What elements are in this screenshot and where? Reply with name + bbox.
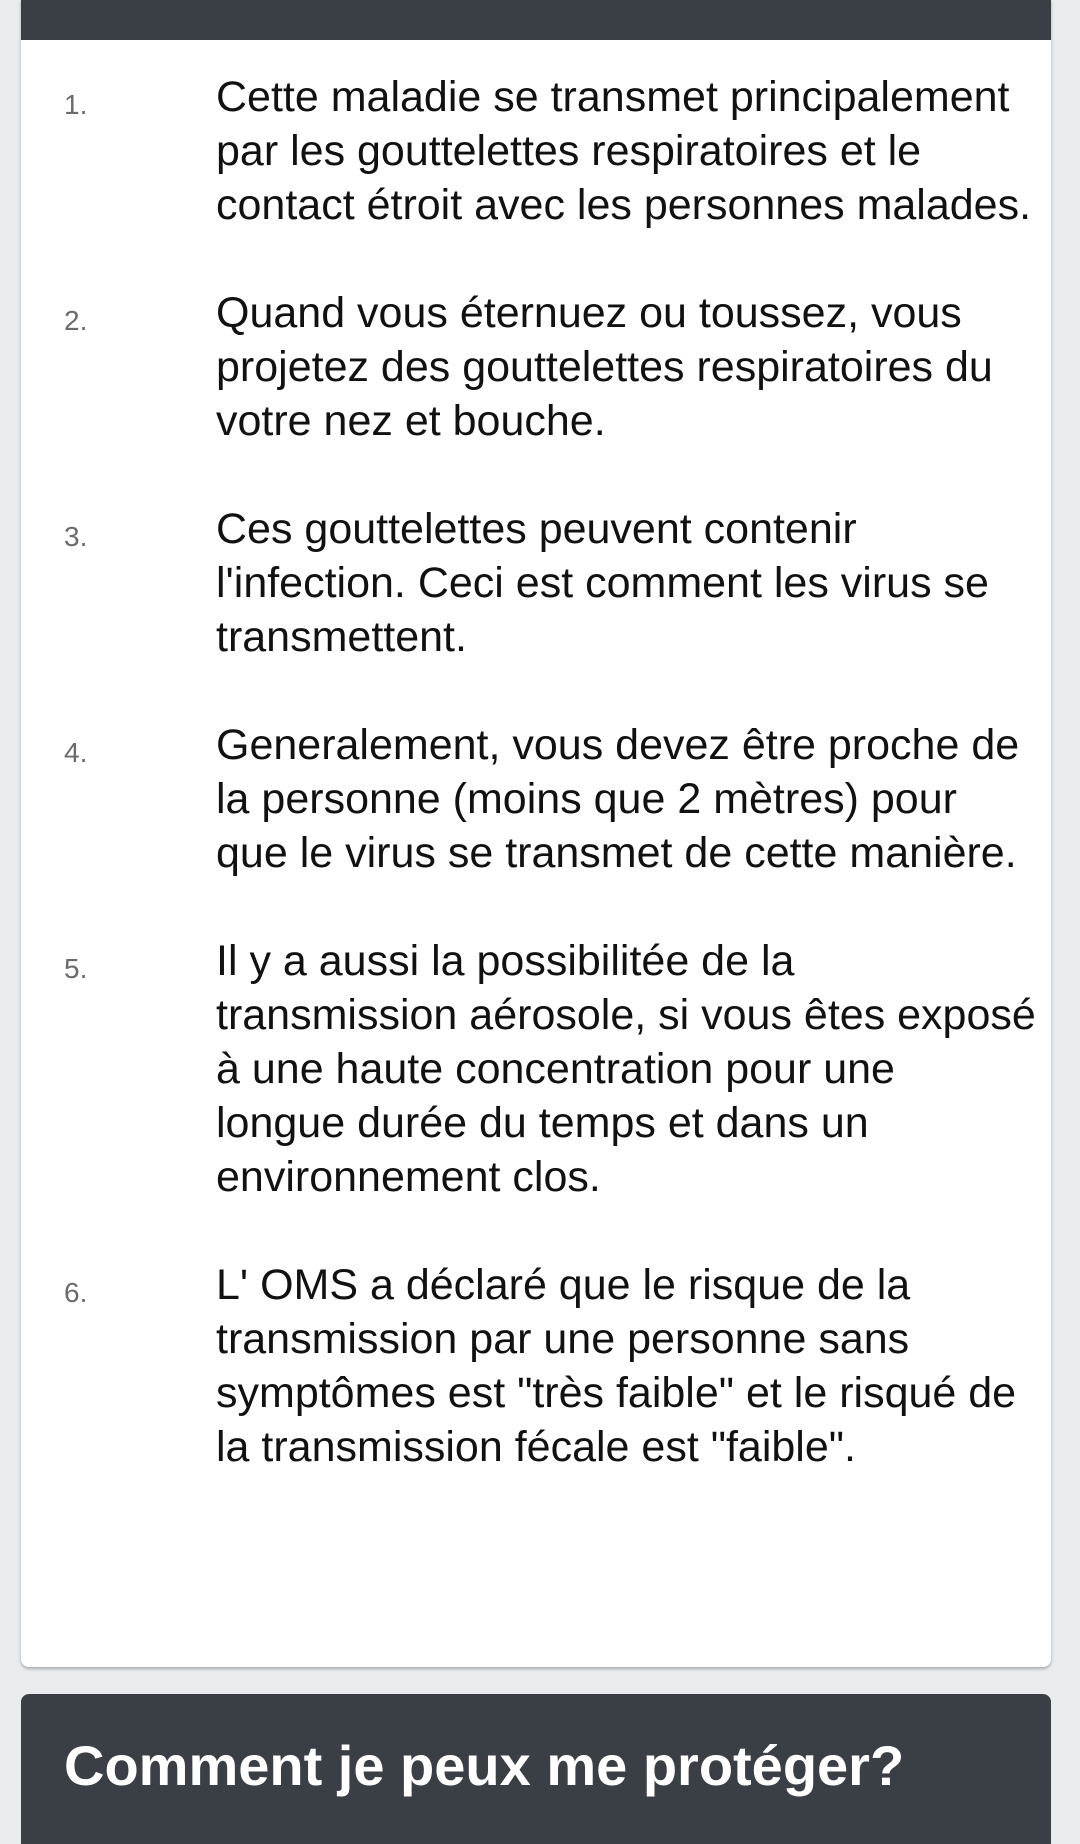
list-item-number: 1. bbox=[64, 89, 88, 120]
list-item-text: Cette maladie se transmet principalement… bbox=[216, 73, 1032, 229]
list-item-text: Generalement, vous devez être proche de … bbox=[216, 721, 1020, 877]
list-item-number: 3. bbox=[64, 521, 88, 552]
transmission-card: 1. Cette maladie se transmet principalem… bbox=[21, 0, 1051, 1667]
list-item-text: L' OMS a déclaré que le risque de la tra… bbox=[216, 1261, 1017, 1471]
card-header-bar bbox=[21, 0, 1051, 40]
list-item: 2. Quand vous éternuez ou toussez, vous … bbox=[21, 286, 1051, 448]
list-item: 5. Il y a aussi la possibilitée de la tr… bbox=[21, 934, 1051, 1204]
list-item: 4. Generalement, vous devez être proche … bbox=[21, 718, 1051, 880]
list-item: 1. Cette maladie se transmet principalem… bbox=[21, 70, 1051, 232]
list-item-text: Il y a aussi la possibilitée de la trans… bbox=[216, 937, 1036, 1201]
list-item: 6. L' OMS a déclaré que le risque de la … bbox=[21, 1258, 1051, 1474]
list-item-text: Quand vous éternuez ou toussez, vous pro… bbox=[216, 289, 993, 445]
transmission-list: 1. Cette maladie se transmet principalem… bbox=[21, 70, 1051, 1528]
list-item-number: 4. bbox=[64, 737, 88, 768]
list-item: 3. Ces gouttelettes peuvent contenir l'i… bbox=[21, 502, 1051, 664]
section-title: Comment je peux me protéger? bbox=[64, 1734, 905, 1797]
list-item-text: Ces gouttelettes peuvent contenir l'infe… bbox=[216, 505, 989, 661]
list-item-number: 2. bbox=[64, 305, 88, 336]
protection-section-header[interactable]: Comment je peux me protéger? bbox=[21, 1694, 1051, 1844]
list-item-number: 5. bbox=[64, 953, 88, 984]
list-item-number: 6. bbox=[64, 1277, 88, 1308]
